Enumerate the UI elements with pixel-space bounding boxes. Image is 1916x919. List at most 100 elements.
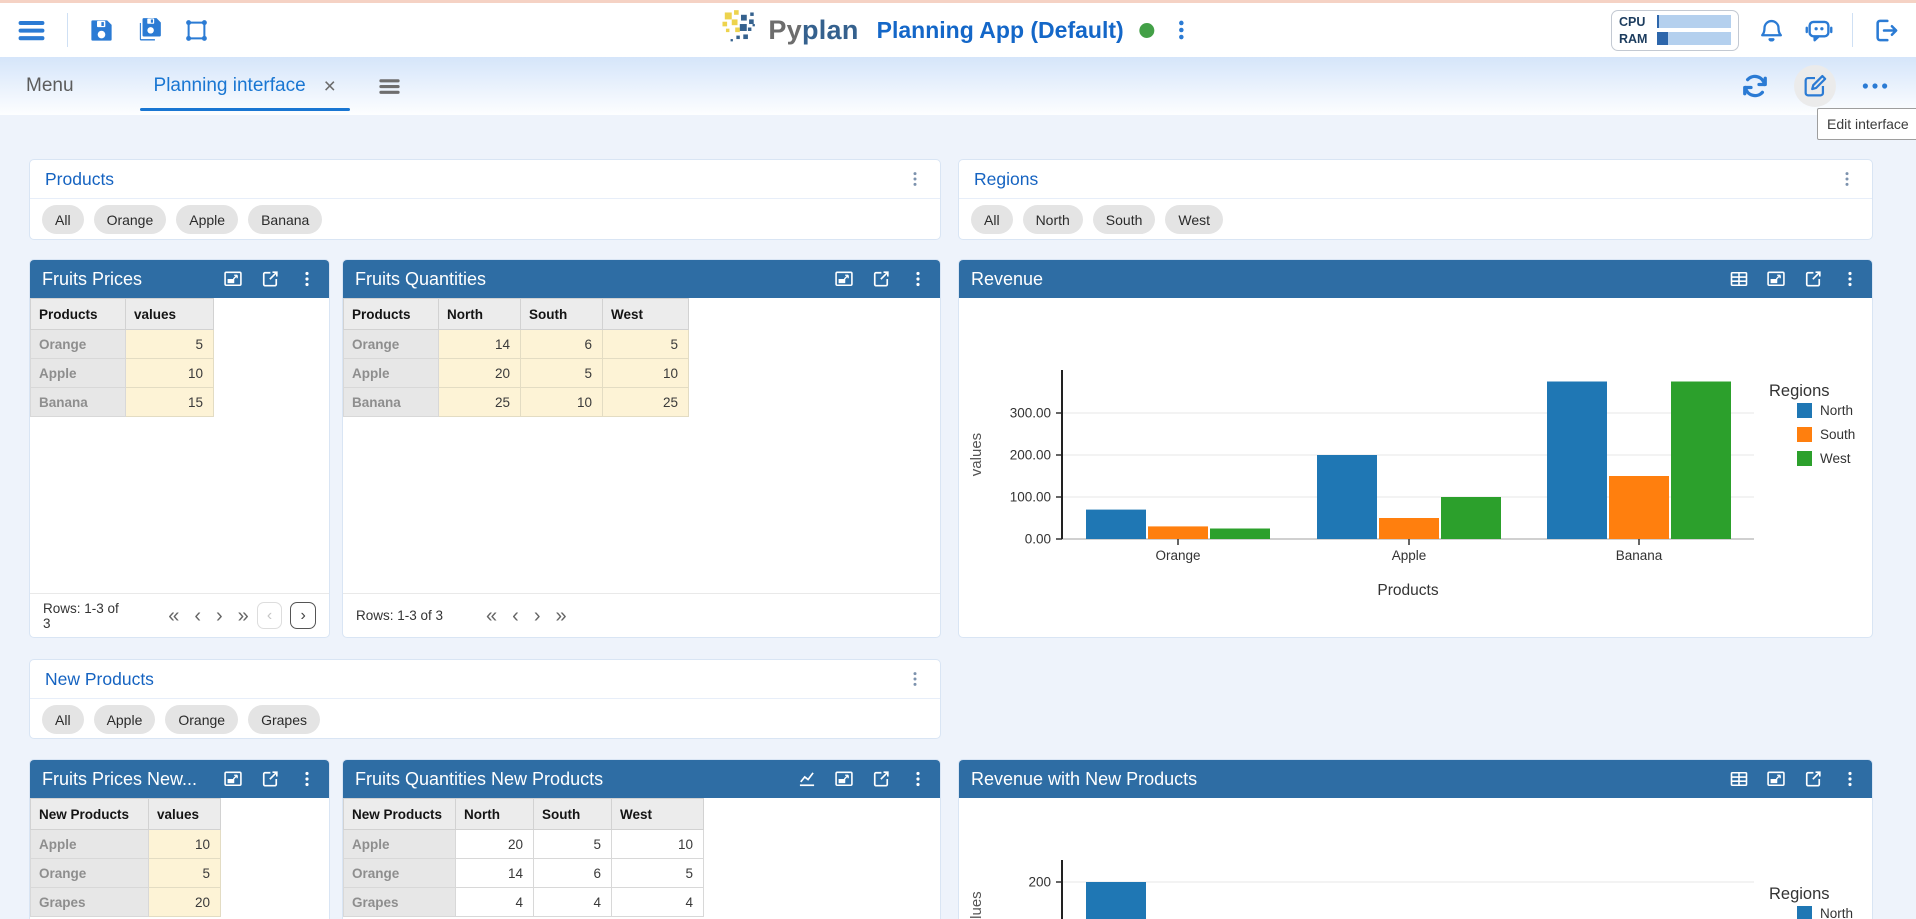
more-options-icon[interactable]: [1860, 73, 1890, 99]
value-cell[interactable]: 10: [603, 359, 689, 388]
popout-icon[interactable]: [834, 769, 854, 789]
filter-chip-apple[interactable]: Apple: [176, 205, 238, 234]
chart-view-icon[interactable]: [797, 769, 817, 789]
value-cell[interactable]: 10: [612, 830, 704, 859]
value-cell[interactable]: 6: [534, 859, 612, 888]
filter-chip-orange[interactable]: Orange: [94, 205, 167, 234]
active-tab-indicator: [140, 108, 350, 111]
value-cell[interactable]: 5: [603, 330, 689, 359]
data-table: New ProductsNorthSouthWestApple20510Oran…: [343, 798, 704, 917]
selection-frame-icon[interactable]: [183, 17, 210, 44]
panel-header: Revenue with New Products: [959, 760, 1872, 798]
open-in-new-icon[interactable]: [1803, 769, 1823, 789]
panel-menu-icon[interactable]: [1840, 269, 1860, 289]
panel-menu-icon[interactable]: [297, 269, 317, 289]
value-cell[interactable]: 5: [612, 859, 704, 888]
filter-chip-north[interactable]: North: [1023, 205, 1083, 234]
tab-close-icon[interactable]: ×: [324, 76, 336, 97]
col-page-next-button[interactable]: ›: [290, 602, 316, 629]
open-in-new-icon[interactable]: [260, 769, 280, 789]
menu-icon[interactable]: [16, 15, 47, 46]
svg-text:300.00: 300.00: [1010, 406, 1051, 421]
col-page-prev-button[interactable]: ‹: [257, 602, 283, 629]
open-in-new-icon[interactable]: [871, 769, 891, 789]
row-label-cell: Apple: [344, 830, 456, 859]
first-page-icon[interactable]: «: [168, 606, 179, 626]
first-page-icon[interactable]: «: [486, 606, 497, 626]
filter-chip-apple[interactable]: Apple: [94, 705, 156, 734]
value-cell[interactable]: 4: [534, 888, 612, 917]
panel-menu-icon[interactable]: [297, 769, 317, 789]
row-label-cell: Banana: [31, 388, 126, 417]
open-in-new-icon[interactable]: [1803, 269, 1823, 289]
data-table: ProductsNorthSouthWestOrange1465Apple205…: [343, 298, 689, 417]
filter-chip-grapes[interactable]: Grapes: [248, 705, 320, 734]
next-page-icon[interactable]: ›: [534, 606, 541, 626]
value-cell[interactable]: 15: [126, 388, 214, 417]
panel-menu-icon[interactable]: [905, 169, 925, 189]
refresh-icon[interactable]: [1740, 71, 1770, 101]
filter-chip-south[interactable]: South: [1093, 205, 1156, 234]
open-in-new-icon[interactable]: [260, 269, 280, 289]
filter-chip-all[interactable]: All: [971, 205, 1013, 234]
filter-chip-all[interactable]: All: [42, 205, 84, 234]
panel-menu-icon[interactable]: [908, 269, 928, 289]
value-cell[interactable]: 6: [521, 330, 603, 359]
panel-menu-icon[interactable]: [1837, 169, 1857, 189]
panel-title: Revenue with New Products: [971, 769, 1729, 790]
value-cell[interactable]: 25: [603, 388, 689, 417]
filter-chip-west[interactable]: West: [1165, 205, 1223, 234]
panel-menu-icon[interactable]: [908, 769, 928, 789]
popout-icon[interactable]: [834, 269, 854, 289]
prev-page-icon[interactable]: ‹: [194, 606, 201, 626]
value-cell[interactable]: 4: [612, 888, 704, 917]
last-page-icon[interactable]: »: [556, 606, 567, 626]
last-page-icon[interactable]: »: [238, 606, 249, 626]
value-cell[interactable]: 10: [521, 388, 603, 417]
save-icon[interactable]: [88, 17, 115, 44]
column-header: Products: [31, 299, 126, 330]
value-cell[interactable]: 4: [456, 888, 534, 917]
table-view-icon[interactable]: [1729, 769, 1749, 789]
popout-icon[interactable]: [223, 769, 243, 789]
popout-icon[interactable]: [1766, 769, 1786, 789]
table-row: Orange1465: [344, 859, 704, 888]
assistant-chat-icon[interactable]: [1804, 15, 1834, 45]
value-cell[interactable]: 5: [149, 859, 221, 888]
edit-interface-button[interactable]: [1794, 65, 1836, 107]
panel-menu-icon[interactable]: [905, 669, 925, 689]
tab-planning-interface[interactable]: Planning interface ×: [140, 57, 350, 115]
panel-menu-icon[interactable]: [1840, 769, 1860, 789]
filter-chip-orange[interactable]: Orange: [165, 705, 238, 734]
notifications-bell-icon[interactable]: [1757, 16, 1786, 45]
value-cell[interactable]: 20: [439, 359, 521, 388]
value-cell[interactable]: 14: [439, 330, 521, 359]
value-cell[interactable]: 14: [456, 859, 534, 888]
prev-page-icon[interactable]: ‹: [512, 606, 519, 626]
next-page-icon[interactable]: ›: [216, 606, 223, 626]
menu-label[interactable]: Menu: [26, 75, 74, 97]
value-cell[interactable]: 20: [149, 888, 221, 917]
svg-text:West: West: [1820, 451, 1851, 466]
popout-icon[interactable]: [1766, 269, 1786, 289]
value-cell[interactable]: 20: [456, 830, 534, 859]
popout-icon[interactable]: [223, 269, 243, 289]
svg-text:values: values: [968, 891, 985, 919]
app-menu-dots-icon[interactable]: [1169, 17, 1195, 43]
value-cell[interactable]: 5: [126, 330, 214, 359]
logout-icon[interactable]: [1871, 16, 1900, 45]
filter-chip-banana[interactable]: Banana: [248, 205, 322, 234]
value-cell[interactable]: 25: [439, 388, 521, 417]
panel-fruits-prices-new: Fruits Prices New... New ProductsvaluesA…: [29, 759, 330, 919]
row-label-cell: Orange: [344, 330, 439, 359]
tab-list-icon[interactable]: [376, 73, 403, 100]
filter-chip-all[interactable]: All: [42, 705, 84, 734]
table-row: Orange1465: [344, 330, 689, 359]
value-cell[interactable]: 5: [521, 359, 603, 388]
value-cell[interactable]: 5: [534, 830, 612, 859]
open-in-new-icon[interactable]: [871, 269, 891, 289]
table-view-icon[interactable]: [1729, 269, 1749, 289]
value-cell[interactable]: 10: [126, 359, 214, 388]
value-cell[interactable]: 10: [149, 830, 221, 859]
save-all-icon[interactable]: [135, 16, 163, 44]
